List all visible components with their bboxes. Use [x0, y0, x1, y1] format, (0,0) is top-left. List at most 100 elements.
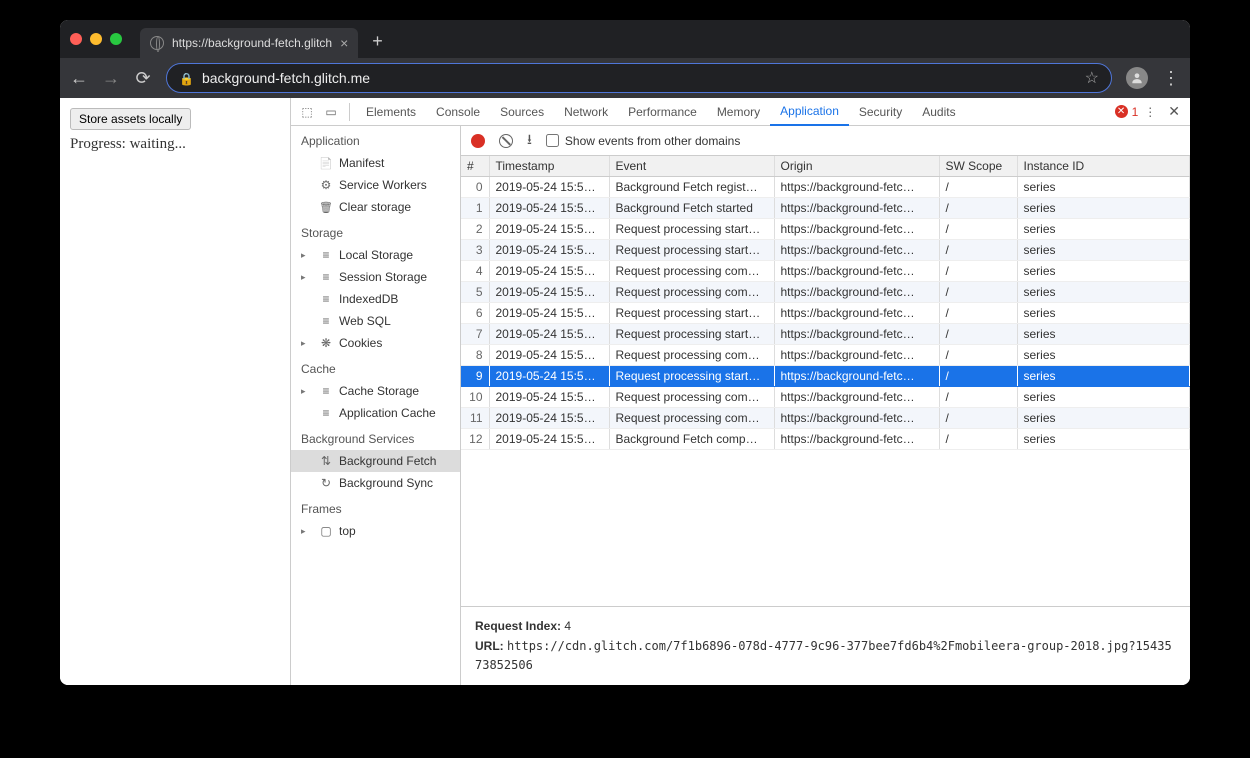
table-cell: 2019-05-24 15:5… [489, 282, 609, 303]
devtools-tab-audits[interactable]: Audits [912, 98, 965, 126]
sidebar-item-application-cache[interactable]: Application Cache [291, 402, 460, 424]
store-assets-button[interactable]: Store assets locally [70, 108, 191, 130]
sidebar-group-title: Background Services [291, 424, 460, 450]
sidebar-item-cookies[interactable]: ▸Cookies [291, 332, 460, 354]
nav-back-button[interactable] [70, 69, 88, 87]
table-row[interactable]: 12019-05-24 15:5…Background Fetch starte… [461, 198, 1190, 219]
table-row[interactable]: 72019-05-24 15:5…Request processing star… [461, 324, 1190, 345]
devtools-tab-network[interactable]: Network [554, 98, 618, 126]
window-close-button[interactable] [70, 33, 82, 45]
table-row[interactable]: 102019-05-24 15:5…Request processing com… [461, 387, 1190, 408]
table-cell: https://background-fetc… [774, 240, 939, 261]
column-header[interactable]: Origin [774, 156, 939, 177]
table-row[interactable]: 52019-05-24 15:5…Request processing com…… [461, 282, 1190, 303]
column-header[interactable]: Timestamp [489, 156, 609, 177]
sidebar-item-cache-storage[interactable]: ▸Cache Storage [291, 380, 460, 402]
column-header[interactable]: Instance ID [1017, 156, 1190, 177]
disclosure-triangle-icon[interactable]: ▸ [301, 272, 306, 283]
table-cell: 2 [461, 219, 489, 240]
url-input[interactable]: background-fetch.glitch.me ☆ [166, 63, 1112, 93]
inspect-element-icon[interactable] [295, 100, 319, 124]
devtools-tab-console[interactable]: Console [426, 98, 490, 126]
nav-forward-button[interactable] [102, 69, 120, 87]
devtools-tab-memory[interactable]: Memory [707, 98, 770, 126]
sidebar-item-label: Web SQL [339, 314, 391, 328]
sidebar-item-label: IndexedDB [339, 292, 398, 306]
column-header[interactable]: Event [609, 156, 774, 177]
table-row[interactable]: 122019-05-24 15:5…Background Fetch comp…… [461, 429, 1190, 450]
table-row[interactable]: 62019-05-24 15:5…Request processing star… [461, 303, 1190, 324]
sidebar-item-label: Clear storage [339, 200, 411, 214]
table-row[interactable]: 42019-05-24 15:5…Request processing com…… [461, 261, 1190, 282]
sidebar-item-label: top [339, 524, 356, 538]
table-row[interactable]: 92019-05-24 15:5…Request processing star… [461, 366, 1190, 387]
table-cell: Request processing start… [609, 303, 774, 324]
tab-close-icon[interactable]: × [340, 35, 348, 51]
table-cell: / [939, 282, 1017, 303]
globe-icon [150, 36, 164, 50]
sidebar-item-web-sql[interactable]: Web SQL [291, 310, 460, 332]
table-row[interactable]: 82019-05-24 15:5…Request processing com…… [461, 345, 1190, 366]
table-cell: Request processing start… [609, 366, 774, 387]
devtools-tab-sources[interactable]: Sources [490, 98, 554, 126]
column-header[interactable]: SW Scope [939, 156, 1017, 177]
disclosure-triangle-icon[interactable]: ▸ [301, 386, 306, 397]
sidebar-group-title: Frames [291, 494, 460, 520]
profile-avatar[interactable] [1126, 67, 1148, 89]
table-cell: 2019-05-24 15:5… [489, 408, 609, 429]
disclosure-triangle-icon[interactable]: ▸ [301, 526, 306, 537]
table-row[interactable]: 22019-05-24 15:5…Request processing star… [461, 219, 1190, 240]
sidebar-item-session-storage[interactable]: ▸ Session Storage [291, 266, 460, 288]
sidebar-item-label: Session Storage [339, 270, 427, 284]
sidebar-item-service-workers[interactable]: Service Workers [291, 174, 460, 196]
device-toolbar-icon[interactable] [319, 100, 343, 124]
window-maximize-button[interactable] [110, 33, 122, 45]
sidebar-item-clear-storage[interactable]: Clear storage [291, 196, 460, 218]
devtools-tab-performance[interactable]: Performance [618, 98, 707, 126]
table-cell: 0 [461, 177, 489, 198]
url-label: URL: [475, 639, 504, 653]
clear-button[interactable] [499, 134, 513, 148]
sidebar-item-manifest[interactable]: Manifest [291, 152, 460, 174]
table-row[interactable]: 112019-05-24 15:5…Request processing com… [461, 408, 1190, 429]
bookmark-star-icon[interactable]: ☆ [1085, 68, 1099, 88]
browser-tab[interactable]: https://background-fetch.glitch × [140, 28, 358, 58]
show-other-domains-checkbox[interactable]: Show events from other domains [546, 134, 740, 148]
browser-menu-button[interactable]: ⋮ [1162, 68, 1180, 89]
window-minimize-button[interactable] [90, 33, 102, 45]
record-button[interactable] [471, 134, 485, 148]
table-row[interactable]: 32019-05-24 15:5…Request processing star… [461, 240, 1190, 261]
table-cell: series [1017, 429, 1190, 450]
table-cell: 3 [461, 240, 489, 261]
disclosure-triangle-icon[interactable]: ▸ [301, 338, 306, 349]
nav-reload-button[interactable] [134, 69, 152, 87]
sidebar-item-local-storage[interactable]: ▸Local Storage [291, 244, 460, 266]
download-button[interactable]: ⭳ [527, 129, 532, 153]
devtools-menu-button[interactable]: ⋮ [1138, 100, 1162, 124]
new-tab-button[interactable]: + [372, 31, 383, 52]
devtools-tab-security[interactable]: Security [849, 98, 912, 126]
table-cell: / [939, 324, 1017, 345]
table-cell: Request processing com… [609, 408, 774, 429]
devtools-close-button[interactable]: ✕ [1162, 103, 1186, 120]
sidebar-item-top[interactable]: ▸ top [291, 520, 460, 542]
column-header[interactable]: # [461, 156, 489, 177]
sidebar-item-background-sync[interactable]: Background Sync [291, 472, 460, 494]
sidebar-item-background-fetch[interactable]: Background Fetch [291, 450, 460, 472]
events-toolbar: ⭳ Show events from other domains [461, 126, 1190, 156]
sidebar-item-indexeddb[interactable]: IndexedDB [291, 288, 460, 310]
disclosure-triangle-icon[interactable]: ▸ [301, 250, 306, 261]
table-cell: 2019-05-24 15:5… [489, 324, 609, 345]
sidebar-group-title: Application [291, 126, 460, 152]
table-cell: https://background-fetc… [774, 408, 939, 429]
table-row[interactable]: 02019-05-24 15:5…Background Fetch regist… [461, 177, 1190, 198]
checkbox-input[interactable] [546, 134, 559, 147]
devtools-tab-elements[interactable]: Elements [356, 98, 426, 126]
events-table-container[interactable]: #TimestampEventOriginSW ScopeInstance ID… [461, 156, 1190, 606]
table-cell: / [939, 345, 1017, 366]
sidebar-item-label: Background Fetch [339, 454, 436, 468]
devtools-tab-application[interactable]: Application [770, 98, 849, 126]
error-indicator[interactable]: ✕ 1 [1115, 105, 1139, 119]
table-cell: series [1017, 387, 1190, 408]
rendered-page: Store assets locally Progress: waiting..… [60, 98, 290, 685]
